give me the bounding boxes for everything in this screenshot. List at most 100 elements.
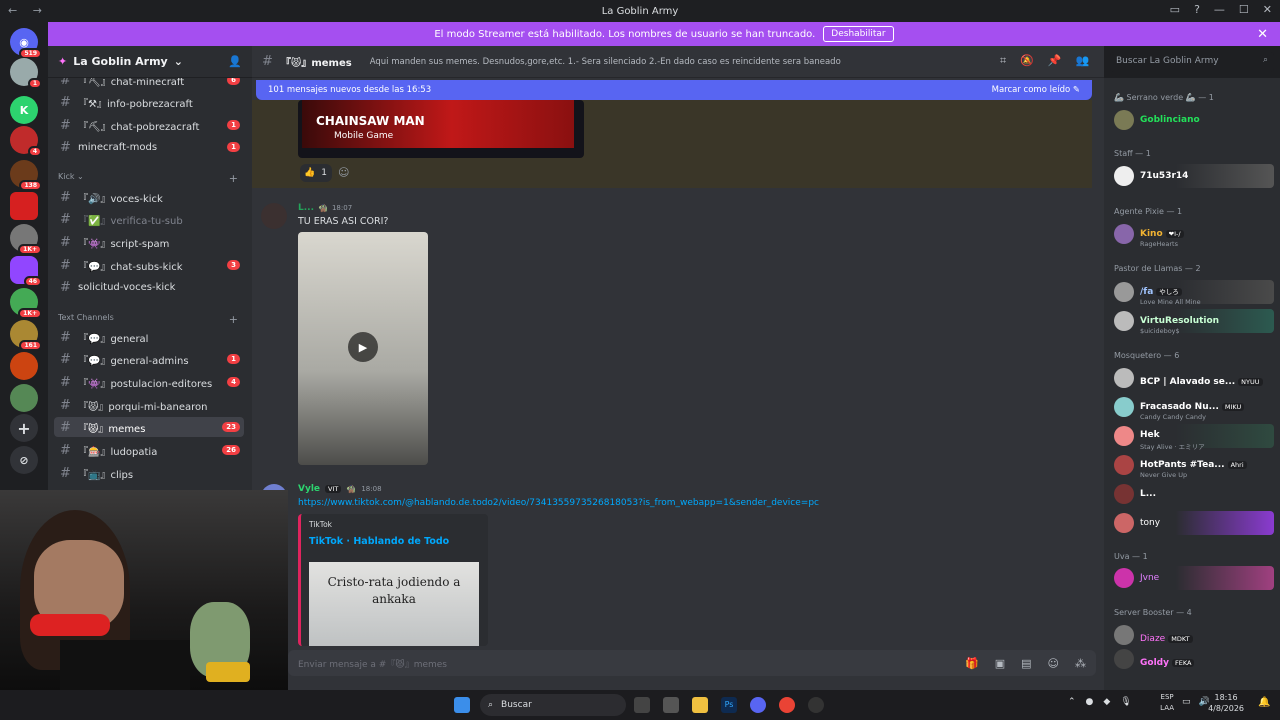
gif-icon[interactable]: ▣ <box>995 657 1005 670</box>
app-icon[interactable] <box>808 697 824 713</box>
emoji-icon[interactable]: ☺ <box>1048 657 1059 670</box>
channel-item[interactable]: # 『📺』clips <box>54 463 244 483</box>
member-item[interactable]: /fa やしろ Love Mine All Mine <box>1110 280 1274 306</box>
member-list-icon[interactable]: 👥 <box>1076 54 1090 68</box>
discord-icon[interactable] <box>750 697 766 713</box>
member-item[interactable]: tony <box>1110 511 1274 535</box>
close-window-button[interactable]: ✕ <box>1263 3 1272 16</box>
language-indicator[interactable]: ESP LAA <box>1160 692 1174 714</box>
app-icon[interactable] <box>663 697 679 713</box>
category-text-channels[interactable]: Text Channels + <box>58 313 238 326</box>
add-server-icon[interactable]: + <box>10 414 38 442</box>
discover-icon[interactable]: ⊘ <box>10 446 38 474</box>
disable-streamer-button[interactable]: Deshabilitar <box>823 26 894 42</box>
home-button[interactable]: ◉ 519 <box>10 28 42 59</box>
channel-item[interactable]: # 『👾』script-spam <box>54 232 244 252</box>
apps-icon[interactable]: ⁂ <box>1075 657 1086 670</box>
embed-title[interactable]: TikTok · Hablando de Todo <box>309 536 449 547</box>
new-messages-bar[interactable]: 101 mensajes nuevos desde las 16:53 Marc… <box>256 80 1092 100</box>
notification-icon[interactable]: 🔔 <box>1258 697 1270 708</box>
gift-icon[interactable]: 🎁 <box>965 657 979 670</box>
nav-arrows-icon[interactable]: ← → <box>8 4 48 17</box>
start-icon[interactable] <box>454 697 470 713</box>
system-tray[interactable]: ⌃ ● ◆ 🎙 <box>1068 697 1132 707</box>
network-icon[interactable]: ▭ <box>1182 697 1191 707</box>
sticker-icon[interactable]: ▤ <box>1021 657 1031 670</box>
server-icon[interactable]: K <box>10 96 38 124</box>
server-icon[interactable] <box>10 192 38 220</box>
server-icon[interactable] <box>10 384 38 412</box>
add-member-icon[interactable]: 👤 <box>228 55 242 68</box>
mic-icon[interactable]: 🎙 <box>1120 697 1131 707</box>
server-icon[interactable]: 4 <box>10 126 42 157</box>
channel-item-active[interactable]: # 『😾』memes 23 <box>54 417 244 437</box>
channel-item[interactable]: # 『⛏』chat-pobrezacraft 1 <box>54 115 244 135</box>
chevron-up-icon[interactable]: ⌃ <box>1068 697 1076 707</box>
server-icon[interactable]: 46 <box>10 256 42 287</box>
channel-item[interactable]: # solicitud-voces-kick <box>54 277 244 297</box>
channel-item[interactable]: # 『✅』verifica-tu-sub <box>54 209 244 229</box>
member-item[interactable]: VirtuResolution $uicideboy$ <box>1110 309 1274 335</box>
add-reaction-icon[interactable]: ☺ <box>338 166 349 179</box>
notifications-off-icon[interactable]: 🔕 <box>1020 54 1034 68</box>
channel-topic[interactable]: Aqui manden sus memes. Desnudos,gore,etc… <box>370 57 841 67</box>
server-icon[interactable]: 161 <box>10 320 42 351</box>
tiktok-link[interactable]: https://www.tiktok.com/@hablando.de.todo… <box>298 498 819 508</box>
help-icon[interactable]: ? <box>1194 3 1200 16</box>
image-attachment[interactable]: CHAINSAW MAN Mobile Game <box>298 100 584 158</box>
username[interactable]: Vyle <box>298 484 320 494</box>
channel-item[interactable]: # minecraft-mods 1 <box>54 137 244 157</box>
member-item[interactable]: Goldy FEKA <box>1110 647 1274 671</box>
server-header[interactable]: ✦ La Goblin Army ⌄ 👤 <box>48 46 252 78</box>
channel-item[interactable]: # 『👾』postulacion-editores 4 <box>54 372 244 392</box>
clock[interactable]: 18:16 4/8/2026 <box>1208 692 1244 714</box>
channel-item[interactable]: # 『💬』chat-subs-kick 3 <box>54 255 244 275</box>
search-input[interactable]: Buscar La Goblin Army ⌕ <box>1110 52 1274 72</box>
server-icon[interactable]: 1K+ <box>10 288 42 319</box>
member-item[interactable]: L... <box>1110 482 1274 506</box>
member-item[interactable]: 71u53r14 <box>1110 164 1274 188</box>
channel-item[interactable]: # 『⚒』info-pobrezacraft <box>54 92 244 112</box>
channel-item[interactable]: # 『🎰』ludopatia 26 <box>54 440 244 460</box>
message-composer[interactable]: Enviar mensaje a #『😾』memes 🎁 ▣ ▤ ☺ ⁂ <box>288 650 1096 676</box>
threads-icon[interactable]: ⌗ <box>1000 54 1006 68</box>
member-item[interactable]: Diaze MDKT <box>1110 623 1274 647</box>
avatar[interactable] <box>261 203 287 229</box>
channel-item[interactable]: # 『🔊』voces-kick <box>54 187 244 207</box>
add-channel-icon[interactable]: + <box>229 313 238 326</box>
member-item[interactable]: Jvne <box>1110 566 1274 590</box>
taskbar-search[interactable]: ⌕ Buscar <box>480 694 626 716</box>
maximize-button[interactable]: ☐ <box>1239 3 1249 16</box>
server-icon[interactable]: 1 <box>10 58 42 89</box>
task-view-icon[interactable] <box>634 697 650 713</box>
server-icon[interactable]: 138 <box>10 160 42 191</box>
server-icon[interactable]: 1K+ <box>10 224 42 255</box>
video-attachment[interactable]: ▶ <box>298 232 428 465</box>
channel-item[interactable]: # 『💬』general-admins 1 <box>54 349 244 369</box>
add-channel-icon[interactable]: + <box>229 172 238 185</box>
member-item[interactable]: Hek Stay Alive · エミリア <box>1110 424 1274 451</box>
category-kick[interactable]: Kick ⌄ + <box>58 172 238 185</box>
pin-icon[interactable]: 📌 <box>1048 54 1062 68</box>
play-icon[interactable]: ▶ <box>348 332 378 362</box>
channel-item[interactable]: # 『⛏』chat-minecraft 6 <box>54 78 244 90</box>
member-item[interactable]: HotPants #Tea... Ahri Never Give Up <box>1110 453 1274 479</box>
mark-as-read-button[interactable]: Marcar como leído ✎ <box>992 85 1080 95</box>
reaction-thumbs-up[interactable]: 👍 1 <box>300 164 332 182</box>
member-item[interactable]: Kino ❤I-/RageHearts <box>1110 222 1274 248</box>
member-item[interactable]: BCP | Alavado se... NYUU <box>1110 366 1274 390</box>
username[interactable]: L... <box>298 203 314 213</box>
channel-item[interactable]: # 『😾』porqui-mi-banearon <box>54 395 244 415</box>
tray-status[interactable]: ▭ 🔊 <box>1182 697 1210 707</box>
embed-image[interactable]: Cristo-rata jodiendo a ankaka <box>309 562 479 646</box>
inbox-icon[interactable]: ▭ <box>1170 3 1180 16</box>
member-item[interactable]: Goblinciano <box>1110 108 1274 132</box>
channel-item[interactable]: # 『💬』general <box>54 327 244 347</box>
tray-icon[interactable]: ◆ <box>1103 697 1110 707</box>
close-banner-icon[interactable]: ✕ <box>1257 27 1268 42</box>
file-explorer-icon[interactable] <box>692 697 708 713</box>
minimize-button[interactable]: — <box>1214 3 1225 16</box>
server-icon[interactable] <box>10 352 38 380</box>
chrome-icon[interactable] <box>779 697 795 713</box>
member-item[interactable]: Fracasado Nu... MIKU Candy Candy Candy <box>1110 395 1274 421</box>
